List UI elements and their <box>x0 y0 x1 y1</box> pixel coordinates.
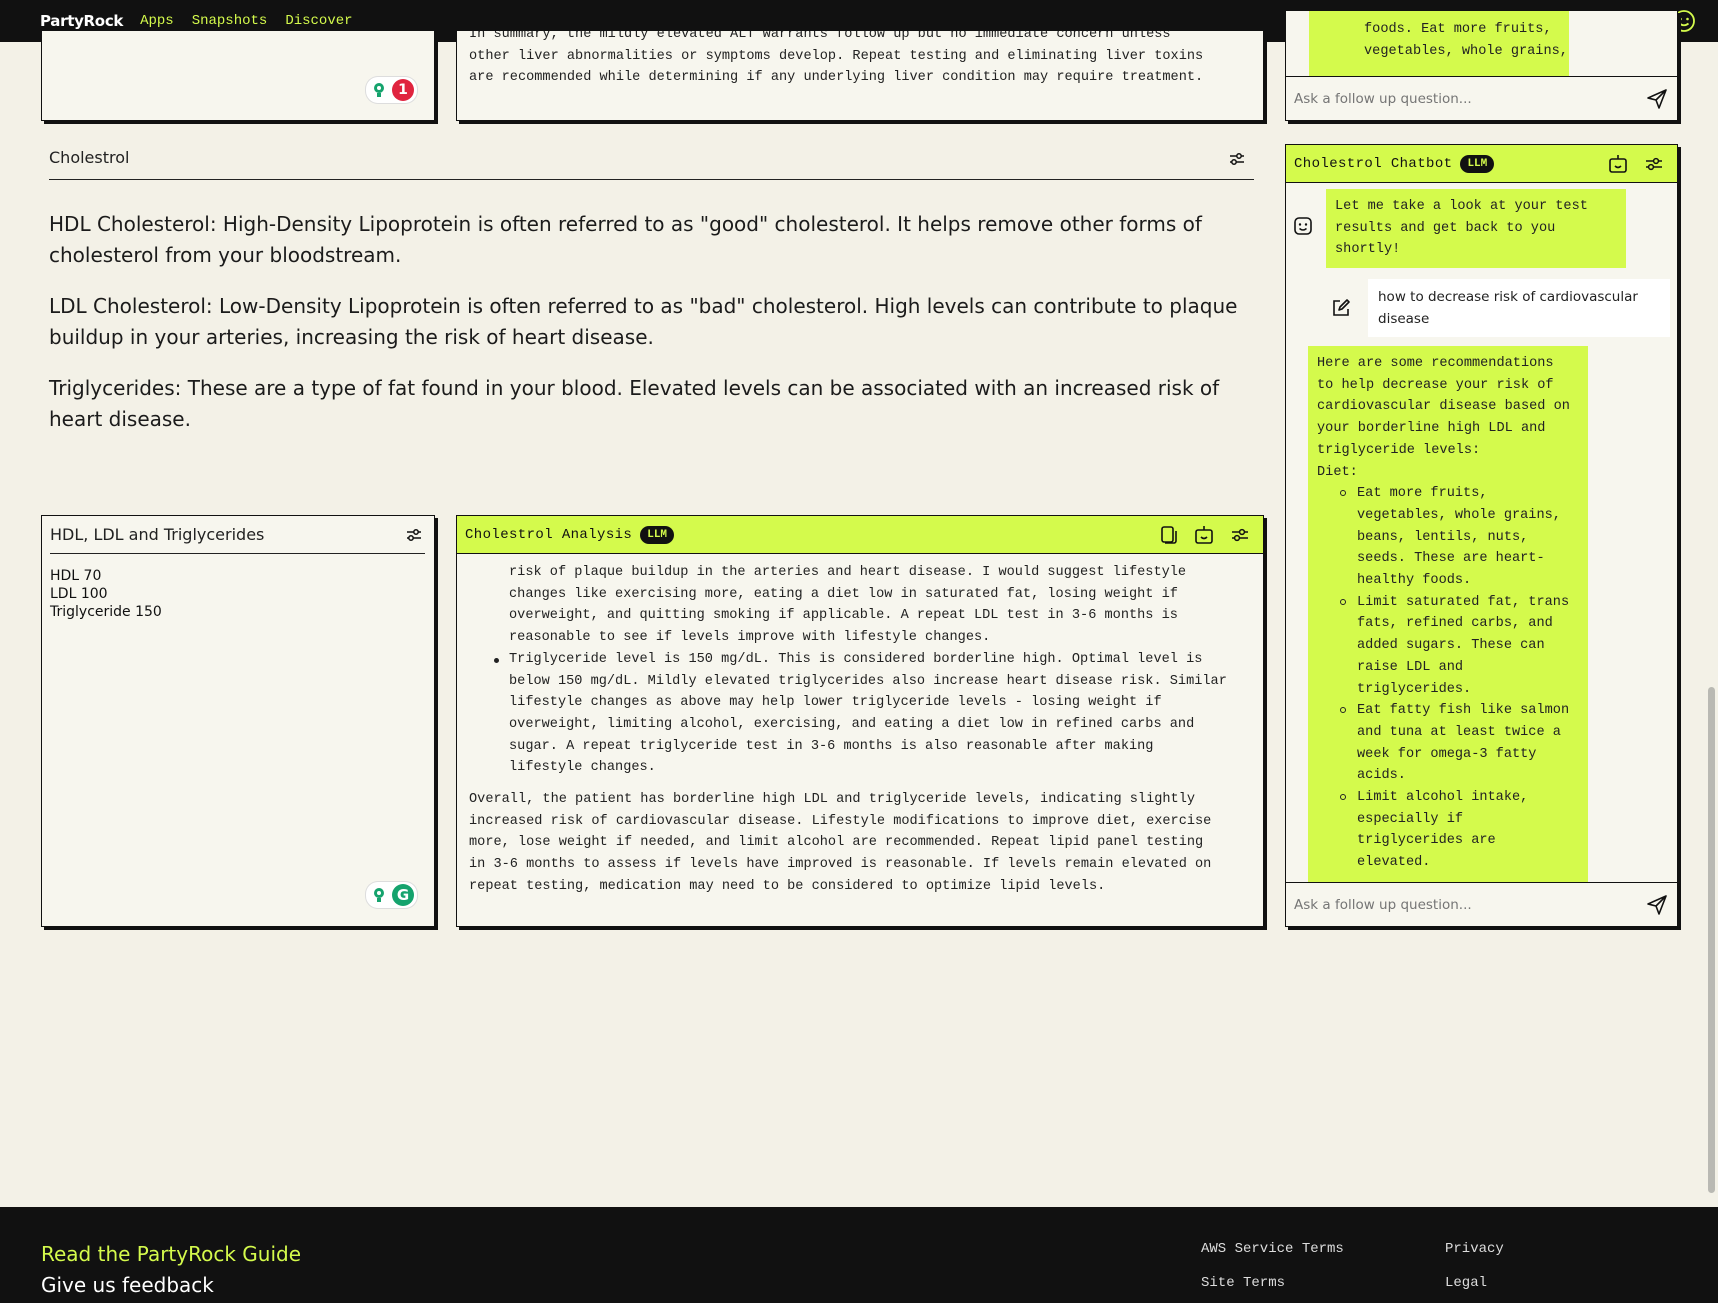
chat-input-bar <box>1286 76 1677 120</box>
footer: Read the PartyRock Guide Give us feedbac… <box>0 1207 1718 1303</box>
ldl-description: LDL Cholesterol: Low-Density Lipoprotein… <box>49 294 1238 349</box>
chat-input-bar <box>1286 882 1677 926</box>
brand-logo[interactable]: PartyRock <box>40 12 123 30</box>
llm-badge: LLM <box>640 525 675 544</box>
bullet-circle <box>1340 598 1346 605</box>
lightbulb-icon[interactable] <box>369 885 389 905</box>
assistant-chips[interactable]: G <box>366 882 417 908</box>
chat-bot-message: foods. Eat more fruits, vegetables, whol… <box>1309 11 1569 76</box>
overall-summary: Overall, the patient has borderline high… <box>469 792 1212 894</box>
settings-sliders-icon[interactable] <box>1229 524 1251 546</box>
liver-chatbot-card: foods. Eat more fruits, vegetables, whol… <box>1285 10 1678 121</box>
triglyceride-description: Triglycerides: These are a type of fat f… <box>49 376 1220 431</box>
privacy-link[interactable]: Privacy <box>1445 1241 1504 1257</box>
chat-history[interactable]: Let me take a look at your test results … <box>1286 183 1677 883</box>
guide-link[interactable]: Read the PartyRock Guide <box>41 1242 301 1266</box>
cholestrol-section-header: Cholestrol <box>49 148 1254 180</box>
panel-title: Cholestrol Analysis <box>465 526 633 543</box>
notification-count-badge[interactable]: 1 <box>392 79 414 101</box>
analysis-output: risk of plaque buildup in the arteries a… <box>457 554 1263 898</box>
settings-sliders-icon[interactable] <box>405 526 423 544</box>
feedback-link[interactable]: Give us feedback <box>41 1273 214 1297</box>
section-title: Cholestrol <box>49 148 130 167</box>
chat-bot-message: Here are some recommendations to help de… <box>1308 346 1588 883</box>
liver-analysis-card: In summary, the mildly elevated ALT warr… <box>456 30 1264 121</box>
list-item: Limit alcohol intake, especially if trig… <box>1340 787 1579 874</box>
nav-discover[interactable]: Discover <box>285 13 352 29</box>
panel-header: Cholestrol Chatbot LLM <box>1286 145 1677 183</box>
panel-header: HDL, LDL and Triglycerides <box>50 525 425 554</box>
grammarly-icon[interactable]: G <box>392 884 414 906</box>
cholestrol-chatbot-panel: Cholestrol Chatbot LLM Let me take a loo… <box>1285 144 1678 927</box>
bullet-circle <box>1340 707 1346 714</box>
bot-avatar-icon <box>1294 217 1312 235</box>
chat-user-message: how to decrease risk of cardiovascular d… <box>1368 279 1670 337</box>
lipid-values-textarea[interactable]: HDL 70 LDL 100 Triglyceride 150 <box>50 567 162 621</box>
settings-sliders-icon[interactable] <box>1228 150 1246 168</box>
chat-bot-icon[interactable] <box>1607 153 1629 175</box>
liver-analysis-text: In summary, the mildly elevated ALT warr… <box>469 30 1204 86</box>
legal-link[interactable]: Legal <box>1445 1275 1487 1291</box>
bullet-circle <box>1340 794 1346 801</box>
site-terms-link[interactable]: Site Terms <box>1201 1275 1285 1291</box>
send-icon[interactable] <box>1645 893 1669 917</box>
send-icon[interactable] <box>1645 87 1669 111</box>
list-item: Eat fatty fish like salmon and tuna at l… <box>1340 700 1579 787</box>
nav-snapshots[interactable]: Snapshots <box>192 13 268 29</box>
page-scrollbar[interactable] <box>1708 687 1715 1193</box>
list-item: Eat more fruits, vegetables, whole grain… <box>1340 483 1579 592</box>
chat-bot-message: Let me take a look at your test results … <box>1326 189 1626 269</box>
bullet-circle <box>1340 490 1346 497</box>
previous-input-card: 1 <box>41 30 435 121</box>
copy-icon[interactable] <box>1157 524 1179 546</box>
lipid-input-panel: HDL, LDL and Triglycerides HDL 70 LDL 10… <box>41 515 435 927</box>
hdl-description: HDL Cholesterol: High-Density Lipoprotei… <box>49 212 1202 267</box>
panel-title: HDL, LDL and Triglycerides <box>50 525 265 544</box>
aws-service-terms-link[interactable]: AWS Service Terms <box>1201 1241 1344 1257</box>
settings-sliders-icon[interactable] <box>1643 153 1665 175</box>
list-item: risk of plaque buildup in the arteries a… <box>509 565 1187 646</box>
list-item: Limit saturated fat, trans fats, refined… <box>1340 592 1579 701</box>
edit-icon[interactable] <box>1330 297 1352 319</box>
follow-up-input[interactable] <box>1294 90 1614 107</box>
chat-bot-icon[interactable] <box>1193 524 1215 546</box>
panel-header: Cholestrol Analysis LLM <box>457 516 1263 554</box>
panel-title: Cholestrol Chatbot <box>1294 155 1453 172</box>
list-item: Triglyceride level is 150 mg/dL. This is… <box>494 649 1251 779</box>
follow-up-input[interactable] <box>1294 896 1614 913</box>
nav-apps[interactable]: Apps <box>140 13 174 29</box>
llm-badge: LLM <box>1460 154 1495 173</box>
lightbulb-icon[interactable] <box>369 80 389 100</box>
assistant-chips[interactable]: 1 <box>366 77 417 103</box>
cholestrol-analysis-panel: Cholestrol Analysis LLM risk of plaque b… <box>456 515 1264 927</box>
